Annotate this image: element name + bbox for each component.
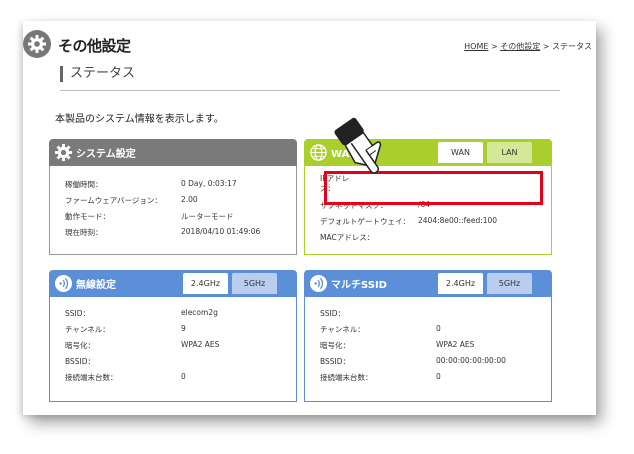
ssid-label: SSID： <box>320 309 346 318</box>
tab-wan[interactable]: WAN <box>438 142 483 163</box>
breadcrumb-separator: > <box>488 42 501 51</box>
wifi-signal-icon <box>54 274 73 293</box>
uptime-value: 0 Day, 0:03:17 <box>181 179 237 188</box>
current-time-value: 2018/04/10 01:49:06 <box>181 227 261 236</box>
globe-icon <box>310 144 327 161</box>
multi-ssid-panel: マルチSSID 2.4GHz 5GHz SSID： チャンネル： 0 暗号化： … <box>304 270 552 403</box>
tab-2-4ghz[interactable]: 2.4GHz <box>183 273 228 294</box>
breadcrumb-parent-link[interactable]: その他設定 <box>500 42 540 51</box>
tab-lan[interactable]: LAN <box>487 142 532 163</box>
encryption-label: 暗号化： <box>65 341 95 350</box>
encryption-value: WPA2 AES <box>181 340 220 349</box>
multi-ssid-panel-body: SSID： チャンネル： 0 暗号化： WPA2 AES BSSID： 00:0… <box>304 297 552 402</box>
default-gateway-label: デフォルトゲートウェイ： <box>320 217 410 226</box>
firmware-label: ファームウェアバージョン： <box>65 196 162 205</box>
wireless-panel-body: SSID： elecom2g チャンネル： 9 暗号化： WPA2 AES BS… <box>49 297 297 402</box>
channel-value: 0 <box>436 324 441 333</box>
system-panel-header: システム設定 <box>49 139 297 166</box>
connected-devices-value: 0 <box>436 372 441 381</box>
breadcrumb-current: ステータス <box>552 42 592 51</box>
pointing-hand-icon <box>334 117 382 174</box>
channel-value: 9 <box>181 324 186 333</box>
wireless-panel-title: 無線設定 <box>76 280 116 291</box>
connected-devices-label: 接続端末台数： <box>320 373 373 382</box>
breadcrumb: HOME > その他設定 > ステータス <box>464 41 592 52</box>
page-frame: その他設定 HOME > その他設定 > ステータス ステータス 本製品のシステ… <box>23 21 596 415</box>
bssid-value: 00:00:00:00:00:00 <box>436 356 506 365</box>
uptime-label: 稼働時間： <box>65 180 103 189</box>
mac-address-label: MACアドレス： <box>320 233 375 242</box>
tab-2-4ghz[interactable]: 2.4GHz <box>438 273 483 294</box>
system-panel-title: システム設定 <box>76 149 136 160</box>
bssid-label: BSSID： <box>320 357 351 366</box>
settings-gear-icon <box>23 30 51 58</box>
section-divider <box>60 90 560 91</box>
firmware-value: 2.00 <box>181 195 198 204</box>
wireless-panel-header: 無線設定 2.4GHz 5GHz <box>49 270 297 297</box>
tab-5ghz[interactable]: 5GHz <box>487 273 532 294</box>
mode-value: ルーターモード <box>181 212 234 221</box>
default-gateway-value: 2404:8e00::feed:100 <box>418 216 498 225</box>
ssid-value: elecom2g <box>181 308 218 317</box>
ssid-label: SSID： <box>65 309 91 318</box>
multi-ssid-panel-title: マルチSSID <box>331 280 387 291</box>
tab-5ghz[interactable]: 5GHz <box>232 273 277 294</box>
section-description: 本製品のシステム情報を表示します。 <box>55 114 224 125</box>
channel-label: チャンネル： <box>320 325 365 334</box>
connected-devices-label: 接続端末台数： <box>65 373 118 382</box>
page-title: その他設定 <box>58 37 131 55</box>
system-settings-panel: システム設定 稼働時間： 0 Day, 0:03:17 ファームウェアバージョン… <box>49 139 297 256</box>
breadcrumb-separator: > <box>540 42 552 51</box>
breadcrumb-home-link[interactable]: HOME <box>464 42 488 51</box>
system-panel-body: 稼働時間： 0 Day, 0:03:17 ファームウェアバージョン： 2.00 … <box>49 166 297 255</box>
wireless-settings-panel: 無線設定 2.4GHz 5GHz SSID： elecom2g チャンネル： 9… <box>49 270 297 403</box>
bssid-label: BSSID： <box>65 357 96 366</box>
connected-devices-value: 0 <box>181 372 186 381</box>
encryption-value: WPA2 AES <box>436 340 475 349</box>
channel-label: チャンネル： <box>65 325 110 334</box>
mode-label: 動作モード： <box>65 212 110 221</box>
section-heading: ステータス <box>60 66 135 82</box>
wifi-signal-icon <box>309 274 328 293</box>
multi-ssid-panel-header: マルチSSID 2.4GHz 5GHz <box>304 270 552 297</box>
gear-icon <box>54 143 73 162</box>
encryption-label: 暗号化： <box>320 341 350 350</box>
current-time-label: 現在時刻： <box>65 228 103 237</box>
